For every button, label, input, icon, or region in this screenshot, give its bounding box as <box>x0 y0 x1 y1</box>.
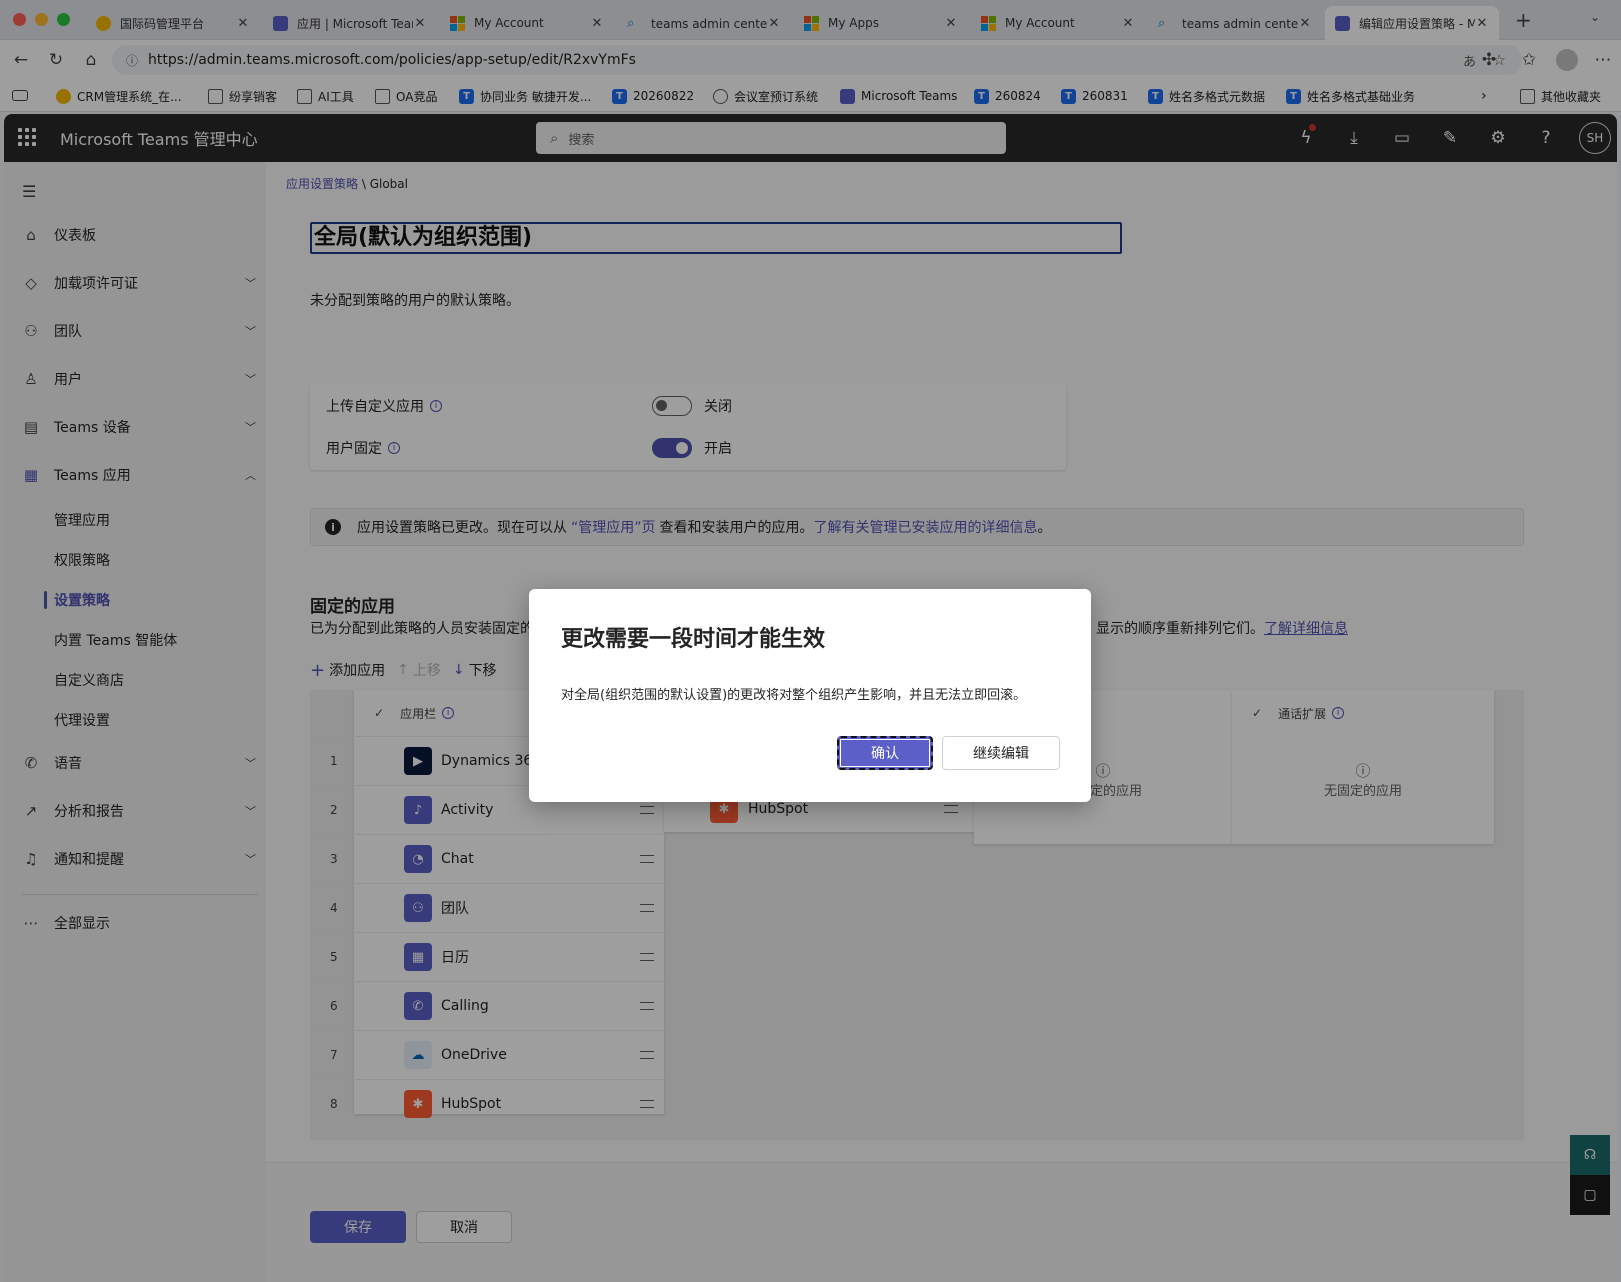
dialog-title: 更改需要一段时间才能生效 <box>561 627 826 652</box>
dialog-body: 对全局(组织范围的默认设置)的更改将对整个组织产生影响，并且无法立即回滚。 <box>561 688 1027 703</box>
continue-editing-button[interactable]: 继续编辑 <box>942 736 1060 770</box>
confirm-button[interactable]: 确认 <box>837 736 933 770</box>
confirm-dialog: 更改需要一段时间才能生效 对全局(组织范围的默认设置)的更改将对整个组织产生影响… <box>529 589 1091 802</box>
